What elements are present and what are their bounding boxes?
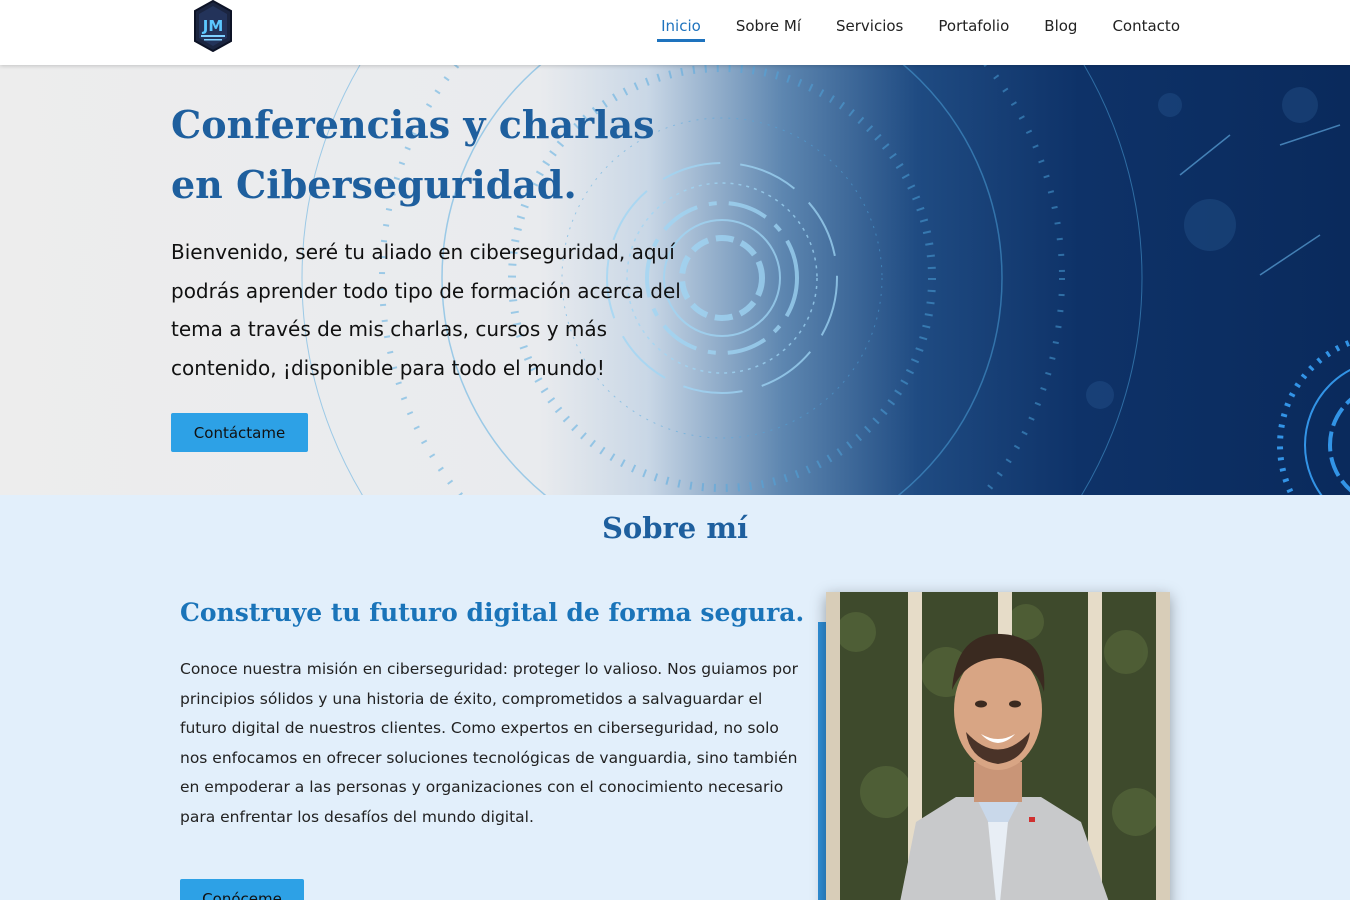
- nav-inicio[interactable]: Inicio: [657, 11, 705, 42]
- hero-section: Conferencias y charlas en Ciberseguridad…: [0, 65, 1350, 495]
- profile-photo-illustration: [826, 592, 1170, 900]
- about-description: Conoce nuestra misión en ciberseguridad:…: [180, 660, 798, 826]
- logo-icon: JM: [194, 0, 232, 53]
- nav-portafolio[interactable]: Portafolio: [934, 11, 1013, 41]
- about-heading: Sobre mí: [601, 511, 749, 545]
- logo[interactable]: JM: [192, 0, 234, 53]
- nav-contacto[interactable]: Contacto: [1108, 11, 1184, 41]
- hero-title-line1: Conferencias y charlas: [171, 102, 655, 147]
- nav-sobre-mi[interactable]: Sobre Mí: [732, 11, 805, 41]
- nav-servicios[interactable]: Servicios: [832, 11, 907, 41]
- main-nav: Inicio Sobre Mí Servicios Portafolio Blo…: [630, 0, 1184, 52]
- hero-description: Bienvenido, seré tu aliado en cibersegur…: [171, 240, 681, 380]
- profile-photo: [826, 592, 1170, 900]
- about-subheading: Construye tu futuro digital de forma seg…: [180, 598, 805, 627]
- contact-button[interactable]: Contáctame: [171, 413, 308, 452]
- about-section: Sobre mí Construye tu futuro digital de …: [0, 495, 1350, 900]
- hero-title-line2: en Ciberseguridad.: [171, 162, 577, 207]
- site-header: JM Inicio Sobre Mí Servicios Portafolio …: [0, 0, 1350, 65]
- nav-blog[interactable]: Blog: [1040, 11, 1081, 41]
- hero-title: Conferencias y charlas en Ciberseguridad…: [171, 95, 691, 215]
- svg-text:JM: JM: [202, 17, 224, 35]
- about-me-button[interactable]: Conóceme: [180, 879, 304, 900]
